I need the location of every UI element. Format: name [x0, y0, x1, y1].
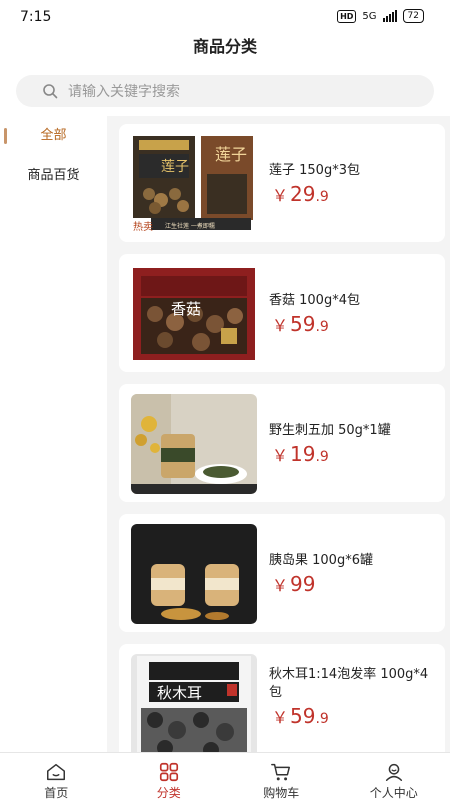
image-text: 莲子 [161, 159, 189, 175]
tab-label: 个人中心 [370, 784, 418, 801]
page-header: 商品分类 [0, 34, 450, 70]
search-placeholder: 请输入关键字搜索 [68, 81, 180, 101]
currency-symbol: ￥ [272, 186, 288, 205]
tab-label: 购物车 [263, 784, 299, 801]
category-label: 全部 [40, 128, 66, 143]
tab-label: 分类 [157, 784, 181, 801]
product-name: 香菇 100g*4包 [269, 292, 435, 310]
price-int: 29 [290, 182, 315, 206]
product-image: 香菇 [131, 264, 257, 364]
product-name: 秋木耳1:14泡发率 100g*4包 [269, 666, 435, 702]
price-int: 59 [290, 312, 315, 336]
category-item-all[interactable]: 全部 [0, 116, 107, 156]
product-price: ￥59.9 [272, 312, 329, 336]
product-card[interactable]: 野生刺五加 50g*1罐 ￥19.9 [119, 384, 445, 502]
image-text: 香菇 [171, 300, 201, 318]
search-input[interactable]: 请输入关键字搜索 [16, 75, 434, 107]
user-icon [383, 761, 405, 783]
category-label: 商品百货 [27, 168, 79, 183]
search-icon [42, 82, 60, 100]
tab-category[interactable]: 分类 [113, 753, 226, 801]
product-card[interactable]: 香菇 香菇 100g*4包 ￥59.9 [119, 254, 445, 372]
product-price: ￥19.9 [272, 442, 329, 466]
signal-icon [383, 10, 397, 22]
search-area: 请输入关键字搜索 [0, 70, 450, 116]
product-name: 野生刺五加 50g*1罐 [269, 422, 435, 440]
price-int: 19 [290, 442, 315, 466]
tab-cart[interactable]: 购物车 [225, 753, 338, 801]
category-item-general-goods[interactable]: 商品百货 [0, 156, 107, 196]
currency-symbol: ￥ [272, 576, 288, 595]
system-icons: HD 5G 72 [337, 9, 424, 23]
price-dec: .9 [315, 711, 328, 727]
product-price: ￥59.9 [272, 704, 329, 728]
product-card[interactable]: 胰岛果 100g*6罐 ￥99 [119, 514, 445, 632]
product-card[interactable]: 秋木耳 秋木耳1:14泡发率 100g*4包 ￥59.9 [119, 644, 445, 752]
product-list[interactable]: 莲子 莲子 热卖 江生社莲 一煮即糯 莲子 150g*3包 ￥29.9 香菇 香… [107, 116, 450, 752]
product-image [131, 524, 257, 624]
product-name: 胰岛果 100g*6罐 [269, 552, 435, 570]
category-icon [158, 761, 180, 783]
product-name: 莲子 150g*3包 [269, 162, 435, 180]
product-card[interactable]: 莲子 莲子 热卖 江生社莲 一煮即糯 莲子 150g*3包 ￥29.9 [119, 124, 445, 242]
tab-profile[interactable]: 个人中心 [338, 753, 450, 801]
product-image [131, 394, 257, 494]
image-text: 秋木耳 [157, 684, 202, 702]
currency-symbol: ￥ [272, 316, 288, 335]
cart-icon [270, 761, 292, 783]
home-icon [45, 761, 67, 783]
product-image: 秋木耳 [131, 654, 257, 752]
image-caption: 江生社莲 一煮即糯 [165, 222, 215, 230]
product-image: 莲子 莲子 热卖 江生社莲 一煮即糯 [131, 134, 257, 234]
product-price: ￥99 [272, 572, 315, 596]
price-dec: .9 [315, 189, 328, 205]
image-side-text: 莲子 [215, 145, 247, 164]
tab-label: 首页 [44, 784, 68, 801]
hot-badge: 热卖 [133, 220, 153, 233]
page-title: 商品分类 [193, 37, 257, 56]
currency-symbol: ￥ [272, 446, 288, 465]
bottom-tab-bar: 首页 分类 购物车 个人中心 [0, 752, 450, 801]
status-bar: 7:15 HD 5G 72 [0, 0, 450, 34]
hd-badge: HD [337, 10, 356, 23]
price-dec: .9 [315, 319, 328, 335]
product-price: ￥29.9 [272, 182, 329, 206]
price-dec: .9 [315, 449, 328, 465]
category-sidebar: 全部 商品百货 [0, 116, 107, 752]
status-time: 7:15 [20, 9, 51, 25]
tab-home[interactable]: 首页 [0, 753, 113, 801]
currency-symbol: ￥ [272, 708, 288, 727]
network-label: 5G [362, 11, 376, 22]
battery-icon: 72 [403, 9, 424, 23]
price-int: 99 [290, 572, 315, 596]
price-int: 59 [290, 704, 315, 728]
